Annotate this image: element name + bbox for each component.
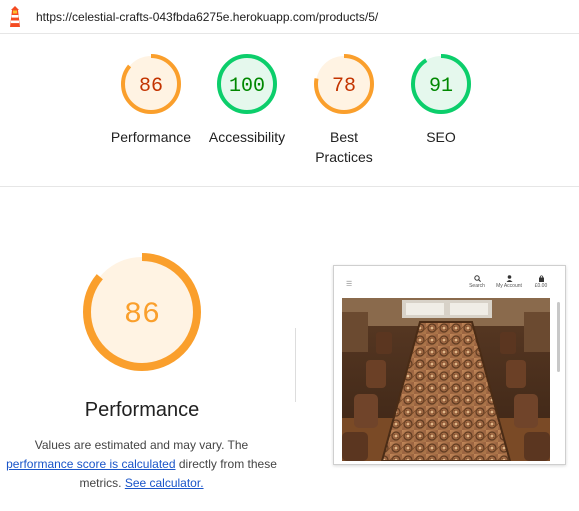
gauge-performance-score: 86 xyxy=(139,75,163,98)
gauge-performance[interactable]: 86 Performance xyxy=(96,52,206,147)
vertical-divider xyxy=(295,328,296,402)
gauge-best-practices-ring: 78 xyxy=(314,54,374,114)
gauge-performance-label: Performance xyxy=(110,129,192,145)
performance-title: Performance xyxy=(84,399,200,421)
lighthouse-logo-icon xyxy=(10,6,20,27)
gauge-best-practices-label-line1: Best xyxy=(329,129,358,145)
gauge-best-practices-label: Best Practices xyxy=(289,127,399,167)
final-screenshot[interactable]: ☰ Search My Account £0.00 xyxy=(333,265,566,465)
gauge-accessibility-ring: 100 xyxy=(217,54,277,114)
gauge-seo-score: 91 xyxy=(429,75,453,98)
screenshot-nav-search-label: Search xyxy=(469,283,485,289)
gauge-accessibility-score: 100 xyxy=(229,75,265,98)
section-divider xyxy=(0,186,579,187)
performance-note: Values are estimated and may vary. The p… xyxy=(0,436,283,493)
screenshot-nav-account-label: My Account xyxy=(496,283,522,289)
url-bar: https://celestial-crafts-043fbda6275e.he… xyxy=(0,0,579,34)
note-text-1: Values are estimated and may vary. The xyxy=(34,438,249,452)
search-icon xyxy=(473,275,481,282)
user-icon xyxy=(506,275,512,282)
screenshot-navbar: ☰ Search My Account £0.00 xyxy=(334,266,565,298)
performance-score-link[interactable]: performance score is calculated xyxy=(6,457,175,471)
page-url[interactable]: https://celestial-crafts-043fbda6275e.he… xyxy=(36,10,378,24)
gauge-seo[interactable]: 91 SEO xyxy=(386,52,496,147)
product-photo-carved-table xyxy=(342,298,550,461)
shopping-bag-icon xyxy=(538,275,544,282)
gauge-seo-ring: 91 xyxy=(411,54,471,114)
gauge-seo-label: SEO xyxy=(426,129,456,145)
performance-main-score: 86 xyxy=(124,298,160,332)
see-calculator-link[interactable]: See calculator. xyxy=(125,476,204,490)
gauge-best-practices[interactable]: 78 Best Practices xyxy=(289,52,399,167)
screenshot-nav-cart: £0.00 xyxy=(528,275,554,289)
gauge-best-practices-label-line2: Practices xyxy=(315,149,373,165)
gauge-accessibility[interactable]: 100 Accessibility xyxy=(192,52,302,147)
gauge-accessibility-label: Accessibility xyxy=(208,129,286,145)
screenshot-scrollbar xyxy=(557,302,560,372)
performance-main-gauge: 86 xyxy=(83,253,201,371)
screenshot-nav-account: My Account xyxy=(496,275,522,289)
screenshot-nav-search: Search xyxy=(464,275,490,289)
menu-icon: ☰ xyxy=(346,281,353,288)
gauge-best-practices-score: 78 xyxy=(332,75,356,98)
screenshot-nav-cart-label: £0.00 xyxy=(534,283,548,289)
gauge-performance-ring: 86 xyxy=(121,54,181,114)
